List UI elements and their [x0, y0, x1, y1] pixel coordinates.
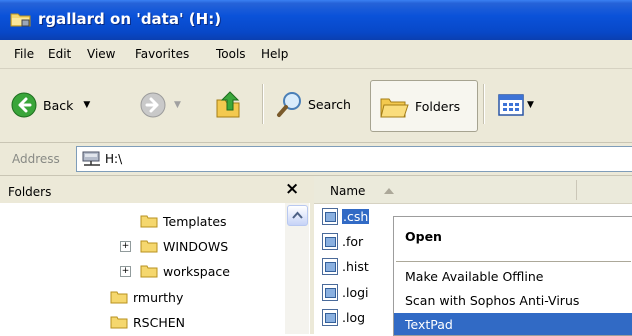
menu-item-label: Open [405, 229, 442, 244]
tree-item-label: rmurthy [133, 289, 184, 305]
address-value: H:\ [105, 152, 123, 166]
tree-item-rschen[interactable]: RSCHEN [110, 312, 185, 332]
folder-tree: Templates + WINDOWS + workspace rmurthy … [0, 203, 310, 334]
file-row[interactable]: .logi [322, 282, 369, 302]
folder-icon [110, 291, 128, 304]
views-icon [498, 94, 524, 116]
search-label: Search [308, 96, 351, 112]
menu-help[interactable]: Help [261, 47, 288, 61]
tree-item-label: WINDOWS [163, 238, 229, 254]
window-title: rgallard on 'data' (H:) [38, 10, 222, 28]
folders-pane-header: Folders × [0, 176, 311, 203]
tree-item-workspace[interactable]: + workspace [120, 261, 230, 281]
back-button[interactable]: Back ▼ [11, 92, 90, 118]
folders-label: Folders [415, 99, 461, 114]
tree-item-label: Templates [163, 213, 227, 229]
tree-item-rmurthy[interactable]: rmurthy [110, 287, 183, 307]
back-arrow-icon [11, 92, 37, 118]
folders-button[interactable]: Folders [370, 80, 478, 132]
file-row[interactable]: .log [322, 307, 365, 327]
menu-separator [396, 261, 631, 262]
title-bar[interactable]: rgallard on 'data' (H:) [0, 0, 632, 40]
folder-icon [140, 215, 158, 228]
search-icon [277, 92, 301, 117]
file-row[interactable]: .csh [322, 206, 370, 226]
textpad-file-icon [322, 283, 338, 301]
menu-item-label: Scan with Sophos Anti-Virus [405, 293, 580, 308]
menu-favorites[interactable]: Favorites [135, 47, 189, 61]
search-button[interactable]: Search [276, 90, 351, 118]
tree-item-label: RSCHEN [133, 314, 185, 330]
up-folder-button[interactable] [214, 88, 244, 120]
file-name: .logi [342, 284, 369, 300]
folder-icon [110, 316, 128, 329]
address-bar: Address H:\ [0, 143, 632, 176]
folder-icon [140, 240, 158, 253]
context-menu-make-available-offline[interactable]: Make Available Offline [394, 265, 632, 287]
address-label: Address [12, 152, 60, 166]
context-menu-textpad[interactable]: TextPad [394, 313, 632, 335]
column-name[interactable]: Name [330, 184, 365, 198]
menu-item-label: TextPad [405, 317, 453, 332]
textpad-file-icon [322, 257, 338, 275]
tree-item-label: workspace [163, 263, 230, 279]
chevron-up-icon [292, 211, 303, 219]
back-dropdown-icon[interactable]: ▼ [83, 100, 90, 110]
textpad-file-icon [322, 207, 338, 225]
folders-icon [380, 98, 409, 118]
menu-view[interactable]: View [87, 47, 115, 61]
views-button[interactable]: ▼ [498, 94, 534, 116]
expand-icon[interactable]: + [120, 240, 131, 252]
tree-item-templates[interactable]: Templates [140, 211, 227, 231]
file-name: .for [342, 233, 364, 249]
menu-bar: File Edit View Favorites Tools Help [0, 40, 632, 69]
menu-edit[interactable]: Edit [48, 47, 71, 61]
file-name: .log [342, 309, 366, 325]
file-list-header: Name [314, 176, 632, 204]
up-folder-icon [216, 91, 240, 118]
context-menu-scan-sophos[interactable]: Scan with Sophos Anti-Virus [394, 289, 632, 311]
expand-icon[interactable]: + [120, 265, 131, 277]
folder-icon [140, 265, 158, 278]
sort-ascending-icon [384, 188, 394, 194]
toolbar-separator [483, 84, 485, 124]
context-menu: Open Make Available Offline Scan with So… [393, 216, 632, 336]
views-dropdown-icon[interactable]: ▼ [527, 100, 534, 110]
close-icon[interactable]: × [285, 179, 299, 199]
textpad-file-icon [322, 308, 338, 326]
context-menu-open[interactable]: Open [394, 225, 632, 247]
column-separator[interactable] [576, 180, 577, 200]
forward-button[interactable]: ▼ [140, 92, 181, 118]
network-drive-icon [82, 151, 100, 166]
back-label: Back [43, 97, 74, 113]
folder-tree-scrollbar[interactable] [285, 203, 309, 334]
address-field[interactable]: H:\ [76, 146, 632, 172]
toolbar-separator [262, 84, 264, 124]
textpad-file-icon [322, 232, 338, 250]
file-name: .csh [342, 208, 370, 224]
file-row[interactable]: .for [322, 231, 363, 251]
tree-item-windows[interactable]: + WINDOWS [120, 236, 228, 256]
folder-drive-icon [10, 13, 31, 27]
file-row[interactable]: .hist [322, 256, 369, 276]
menu-item-label: Make Available Offline [405, 269, 544, 284]
folders-pane-title: Folders [8, 185, 52, 199]
file-name: .hist [342, 258, 369, 274]
menu-tools[interactable]: Tools [216, 47, 246, 61]
menu-file[interactable]: File [14, 47, 34, 61]
scroll-up-button[interactable] [287, 205, 308, 226]
forward-arrow-icon [140, 92, 166, 118]
forward-dropdown-icon[interactable]: ▼ [174, 100, 181, 110]
